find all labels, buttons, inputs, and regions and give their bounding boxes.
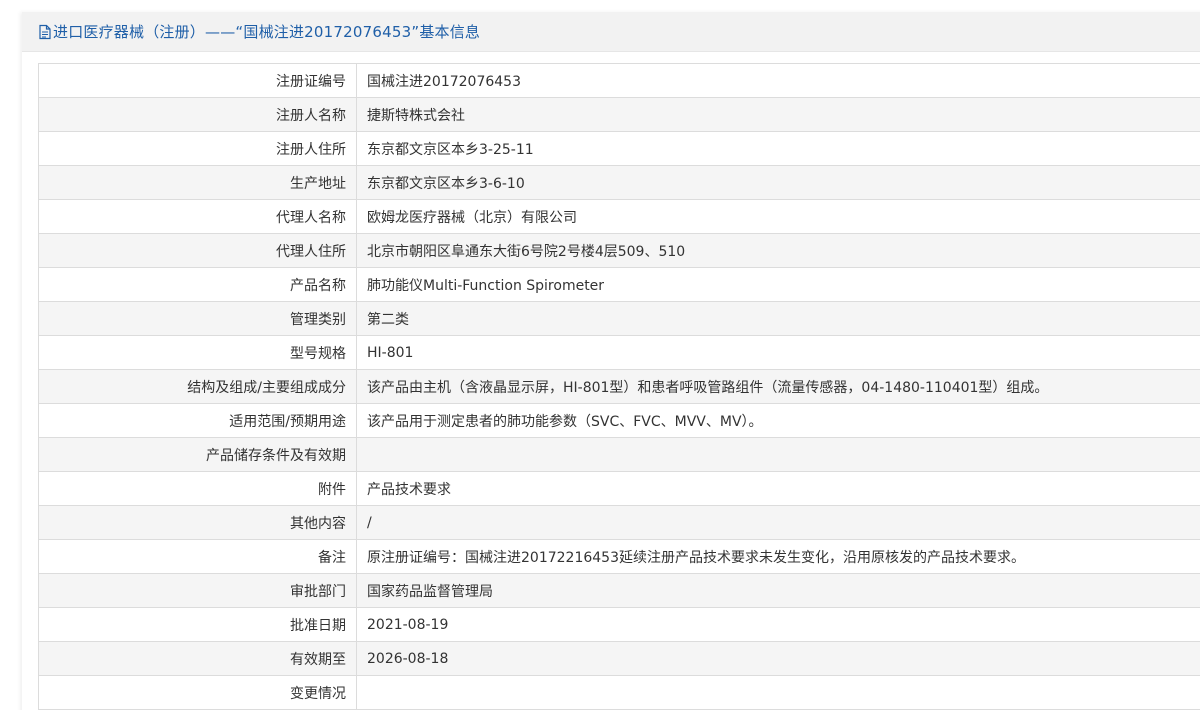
row-label: 产品名称 bbox=[38, 267, 357, 302]
table-row: 适用范围/预期用途 该产品用于测定患者的肺功能参数（SVC、FVC、MVV、MV）… bbox=[38, 403, 1200, 438]
info-table-body: 注册证编号 国械注进20172076453 注册人名称 捷斯特株式会社 注册人住所 东京都… bbox=[38, 63, 1200, 710]
row-value bbox=[356, 675, 1200, 710]
info-table: 注册证编号 国械注进20172076453 注册人名称 捷斯特株式会社 注册人住所 东京都… bbox=[38, 63, 1200, 710]
page-title: 进口医疗器械（注册）——“国械注进20172076453”基本信息 bbox=[53, 23, 481, 41]
row-label: 管理类别 bbox=[38, 301, 357, 336]
table-row: 管理类别 第二类 bbox=[38, 301, 1200, 336]
row-label: 代理人名称 bbox=[38, 199, 357, 234]
row-value: 肺功能仪Multi-Function Spirometer bbox=[356, 267, 1200, 302]
table-row: 产品储存条件及有效期 bbox=[38, 437, 1200, 472]
info-table-wrapper: 注册证编号 国械注进20172076453 注册人名称 捷斯特株式会社 注册人住所 东京都… bbox=[38, 63, 1200, 710]
table-row: 代理人名称 欧姆龙医疗器械（北京）有限公司 bbox=[38, 199, 1200, 234]
row-value: 该产品用于测定患者的肺功能参数（SVC、FVC、MVV、MV）。 bbox=[356, 403, 1200, 438]
table-row: 批准日期 2021-08-19 bbox=[38, 607, 1200, 642]
table-row: 附件 产品技术要求 bbox=[38, 471, 1200, 506]
row-value bbox=[356, 437, 1200, 472]
row-label: 产品储存条件及有效期 bbox=[38, 437, 357, 472]
table-row: 注册人住所 东京都文京区本乡3-25-11 bbox=[38, 131, 1200, 166]
row-label: 备注 bbox=[38, 539, 357, 574]
document-icon bbox=[38, 24, 52, 40]
row-value: 东京都文京区本乡3-25-11 bbox=[356, 131, 1200, 166]
table-row: 其他内容 / bbox=[38, 505, 1200, 540]
row-value: 2021-08-19 bbox=[356, 607, 1200, 642]
row-label: 型号规格 bbox=[38, 335, 357, 370]
row-label: 变更情况 bbox=[38, 675, 357, 710]
row-label: 注册证编号 bbox=[38, 63, 357, 98]
row-value: 第二类 bbox=[356, 301, 1200, 336]
row-value: 捷斯特株式会社 bbox=[356, 97, 1200, 132]
row-label: 批准日期 bbox=[38, 607, 357, 642]
table-row: 结构及组成/主要组成成分 该产品由主机（含液晶显示屏，HI-801型）和患者呼吸管… bbox=[38, 369, 1200, 404]
row-value: 原注册证编号：国械注进20172216453延续注册产品技术要求未发生变化，沿用… bbox=[356, 539, 1200, 574]
row-value: 欧姆龙医疗器械（北京）有限公司 bbox=[356, 199, 1200, 234]
row-label: 注册人名称 bbox=[38, 97, 357, 132]
row-label: 附件 bbox=[38, 471, 357, 506]
table-row: 型号规格 HI-801 bbox=[38, 335, 1200, 370]
row-value: 东京都文京区本乡3-6-10 bbox=[356, 165, 1200, 200]
page-margin bbox=[0, 0, 22, 710]
row-label: 生产地址 bbox=[38, 165, 357, 200]
row-value: 该产品由主机（含液晶显示屏，HI-801型）和患者呼吸管路组件（流量传感器，04… bbox=[356, 369, 1200, 404]
table-row: 变更情况 bbox=[38, 675, 1200, 710]
page: 进口医疗器械（注册）——“国械注进20172076453”基本信息 注册证编号国… bbox=[0, 0, 1200, 710]
table-row: 注册人名称 捷斯特株式会社 bbox=[38, 97, 1200, 132]
table-row: 产品名称 肺功能仪Multi-Function Spirometer bbox=[38, 267, 1200, 302]
table-row: 有效期至 2026-08-18 bbox=[38, 641, 1200, 676]
row-value: 国家药品监督管理局 bbox=[356, 573, 1200, 608]
row-value: / bbox=[356, 505, 1200, 540]
table-row: 注册证编号 国械注进20172076453 bbox=[38, 63, 1200, 98]
table-row: 代理人住所 北京市朝阳区阜通东大街6号院2号楼4层509、510 bbox=[38, 233, 1200, 268]
row-value: 北京市朝阳区阜通东大街6号院2号楼4层509、510 bbox=[356, 233, 1200, 268]
row-value: 2026-08-18 bbox=[356, 641, 1200, 676]
row-label: 注册人住所 bbox=[38, 131, 357, 166]
row-value: 产品技术要求 bbox=[356, 471, 1200, 506]
panel-header: 进口医疗器械（注册）——“国械注进20172076453”基本信息 bbox=[22, 12, 1200, 52]
row-value: 国械注进20172076453 bbox=[356, 63, 1200, 98]
row-label: 审批部门 bbox=[38, 573, 357, 608]
row-label: 适用范围/预期用途 bbox=[38, 403, 357, 438]
table-row: 备注 原注册证编号：国械注进20172216453延续注册产品技术要求未发生变化，… bbox=[38, 539, 1200, 574]
row-value: HI-801 bbox=[356, 335, 1200, 370]
row-label: 有效期至 bbox=[38, 641, 357, 676]
row-label: 结构及组成/主要组成成分 bbox=[38, 369, 357, 404]
table-row: 生产地址 东京都文京区本乡3-6-10 bbox=[38, 165, 1200, 200]
row-label: 代理人住所 bbox=[38, 233, 357, 268]
row-label: 其他内容 bbox=[38, 505, 357, 540]
table-row: 审批部门 国家药品监督管理局 bbox=[38, 573, 1200, 608]
